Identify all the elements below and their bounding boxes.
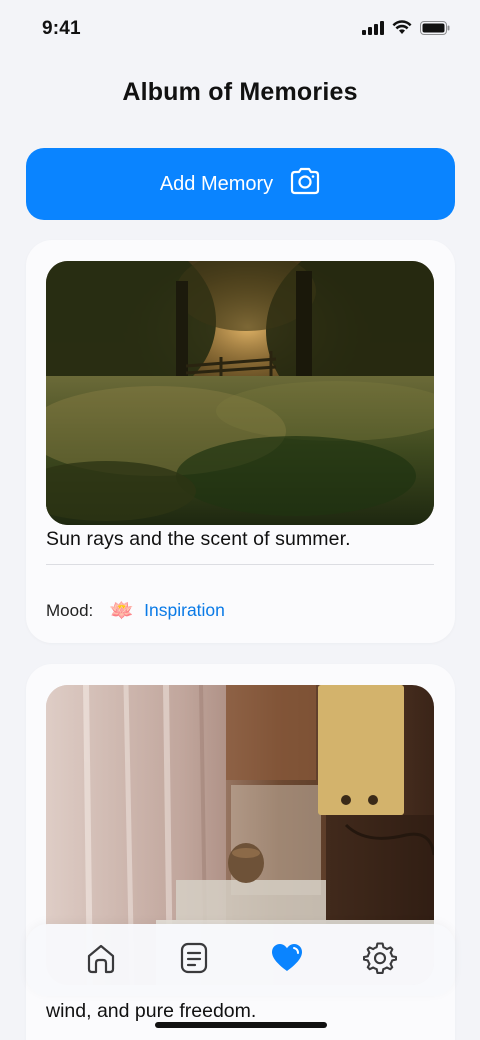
heart-icon xyxy=(270,941,304,980)
wifi-icon xyxy=(392,20,412,40)
status-time: 9:41 xyxy=(42,18,81,39)
notes-icon xyxy=(177,941,211,980)
memory-card[interactable]: Sun rays and the scent of summer. Mood: … xyxy=(26,240,455,643)
memory-caption: wind, and pure freedom. xyxy=(46,1000,257,1022)
home-indicator xyxy=(155,1022,327,1028)
gear-icon xyxy=(363,941,398,980)
add-memory-label: Add Memory xyxy=(159,172,274,195)
cellular-signal-icon xyxy=(362,20,384,40)
camera-icon xyxy=(289,167,321,201)
mood-row: Mood: 🪷 Inspiration xyxy=(46,598,225,623)
divider xyxy=(46,564,434,565)
memory-photo-meadow[interactable] xyxy=(46,261,434,525)
add-memory-button[interactable]: Add Memory xyxy=(26,148,455,220)
tab-settings[interactable] xyxy=(360,940,400,980)
battery-icon xyxy=(420,20,450,40)
screen: 9:41 Album of Memories Add Memory Sun ra… xyxy=(0,0,480,1040)
status-bar: 9:41 xyxy=(0,0,480,58)
mood-value[interactable]: Inspiration xyxy=(144,600,225,621)
status-icons xyxy=(362,20,450,40)
home-icon xyxy=(84,941,118,980)
page-title: Album of Memories xyxy=(122,78,358,106)
tab-bar xyxy=(26,924,455,996)
tab-notes[interactable] xyxy=(174,940,214,980)
mood-label: Mood: xyxy=(46,600,94,620)
tab-home[interactable] xyxy=(81,940,121,980)
memory-caption: Sun rays and the scent of summer. xyxy=(46,528,351,550)
tab-favorites[interactable] xyxy=(267,940,307,980)
lotus-emoji-icon: 🪷 xyxy=(109,600,135,622)
